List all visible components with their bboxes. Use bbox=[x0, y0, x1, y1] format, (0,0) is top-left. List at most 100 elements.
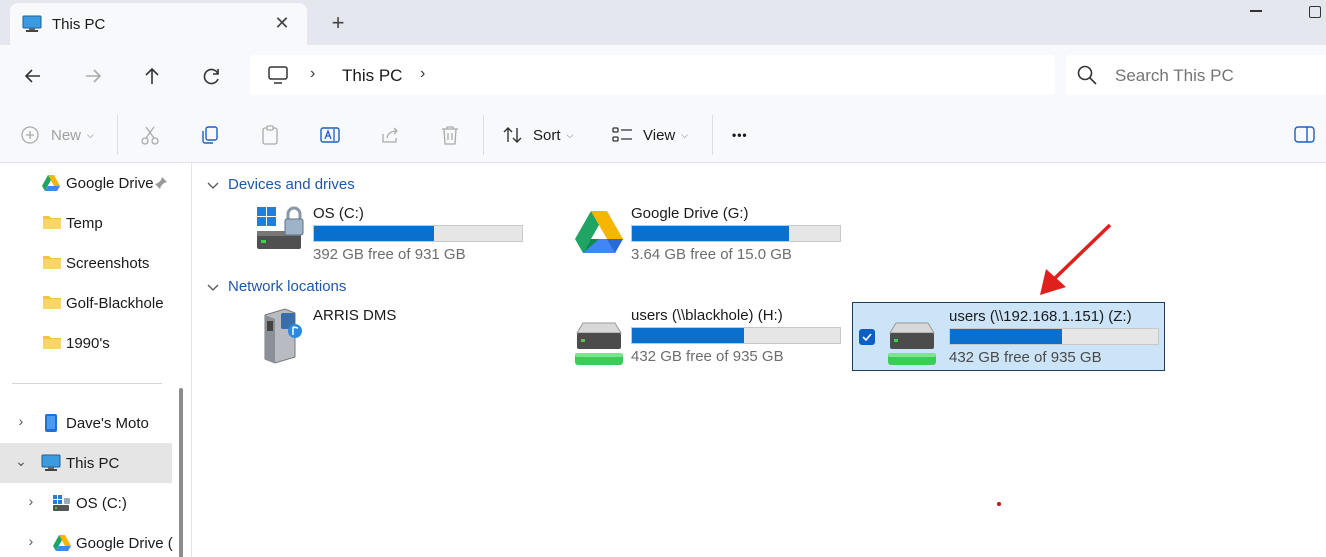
forward-arrow-icon[interactable] bbox=[78, 61, 108, 91]
group-header-devices[interactable]: Devices and drives bbox=[206, 176, 355, 193]
annotation-dot bbox=[997, 502, 1001, 506]
rename-icon[interactable] bbox=[319, 124, 341, 146]
refresh-icon[interactable] bbox=[197, 61, 227, 91]
drive-usage-bar bbox=[313, 225, 523, 242]
chevron-right-icon[interactable]: › bbox=[24, 533, 38, 549]
tab-this-pc[interactable]: This PC ✕ bbox=[10, 3, 307, 45]
file-explorer-window: This PC ✕ + › This PC › Search This PC N… bbox=[0, 0, 1326, 557]
sidebar-item-daves-moto[interactable]: › Dave's Moto bbox=[0, 403, 172, 443]
delete-icon[interactable] bbox=[439, 124, 461, 146]
maximize-button[interactable] bbox=[1309, 6, 1321, 18]
monitor-icon bbox=[22, 15, 42, 32]
details-pane-icon[interactable] bbox=[1294, 125, 1316, 145]
drive-free-space: 3.64 GB free of 15.0 GB bbox=[631, 246, 792, 263]
network-item-name: ARRIS DMS bbox=[313, 307, 397, 324]
drive-usage-bar bbox=[631, 225, 841, 242]
copy-icon[interactable] bbox=[199, 124, 221, 146]
chevron-down-icon: ⌵ bbox=[87, 129, 94, 140]
sidebar-item-google-drive-g[interactable]: › Google Drive ( bbox=[0, 523, 173, 557]
network-drive-192-168-1-151-z[interactable]: users (\\192.168.1.151) (Z:) 432 GB free… bbox=[852, 302, 1165, 371]
sidebar-item-screenshots[interactable]: Screenshots bbox=[0, 243, 172, 283]
more-options-button[interactable]: ••• bbox=[732, 121, 748, 149]
folder-icon bbox=[43, 256, 61, 269]
address-bar[interactable]: › This PC › bbox=[250, 55, 1055, 95]
breadcrumb-separator[interactable]: › bbox=[310, 65, 315, 83]
monitor-outline-icon bbox=[268, 66, 288, 84]
chevron-right-icon[interactable]: › bbox=[14, 413, 28, 429]
chevron-down-icon: ⌵ bbox=[566, 129, 574, 140]
navigation-bar: › This PC › bbox=[0, 45, 1326, 105]
sidebar-item-label: Google Drive bbox=[66, 175, 154, 192]
tab-title: This PC bbox=[52, 16, 106, 33]
sidebar-item-label: OS (C:) bbox=[76, 495, 127, 512]
sidebar-item-label: Google Drive ( bbox=[76, 535, 173, 552]
network-item-arris-dms[interactable]: ARRIS DMS bbox=[247, 305, 507, 373]
close-icon[interactable]: ✕ bbox=[272, 13, 292, 33]
google-drive-icon bbox=[53, 535, 71, 551]
monitor-icon bbox=[41, 454, 61, 471]
view-button[interactable]: View ⌵ bbox=[612, 121, 688, 149]
chevron-down-icon bbox=[207, 284, 219, 291]
sort-label: Sort bbox=[533, 126, 561, 144]
search-box[interactable] bbox=[1066, 55, 1326, 95]
drive-os-c[interactable]: OS (C:) 392 GB free of 931 GB bbox=[247, 203, 559, 271]
network-item-name: users (\\192.168.1.151) (Z:) bbox=[949, 308, 1132, 325]
os-drive-icon bbox=[53, 495, 70, 511]
content-area: Devices and drives OS (C:) 392 GB free o… bbox=[193, 163, 1326, 557]
view-icon bbox=[612, 127, 632, 142]
sidebar-item-os-c[interactable]: › OS (C:) bbox=[0, 483, 172, 523]
toolbar-divider bbox=[483, 115, 484, 155]
minimize-button[interactable] bbox=[1250, 10, 1262, 12]
drive-free-space: 392 GB free of 931 GB bbox=[313, 246, 466, 263]
group-header-network[interactable]: Network locations bbox=[206, 278, 346, 295]
drive-google-drive-g[interactable]: Google Drive (G:) 3.64 GB free of 15.0 G… bbox=[565, 203, 877, 271]
share-icon[interactable] bbox=[379, 124, 401, 146]
new-button[interactable]: New ⌵ bbox=[20, 121, 94, 149]
sidebar-item-this-pc[interactable]: ⌄ This PC bbox=[0, 443, 172, 483]
cut-icon[interactable] bbox=[139, 124, 161, 146]
title-bar: This PC ✕ + bbox=[0, 0, 1326, 45]
drive-usage-bar bbox=[631, 327, 841, 344]
drive-usage-fill bbox=[632, 226, 790, 241]
network-drive-icon bbox=[575, 322, 623, 365]
up-arrow-icon[interactable] bbox=[137, 61, 167, 91]
network-drive-icon bbox=[888, 322, 936, 365]
annotation-arrow-icon bbox=[1040, 223, 1112, 295]
toolbar-divider bbox=[117, 115, 118, 155]
new-label: New bbox=[51, 126, 82, 144]
network-drive-blackhole-h[interactable]: users (\\blackhole) (H:) 432 GB free of … bbox=[565, 305, 877, 373]
sidebar-item-google-drive[interactable]: Google Drive bbox=[0, 163, 172, 203]
group-title: Network locations bbox=[228, 278, 347, 295]
sort-icon bbox=[503, 127, 522, 143]
sort-button[interactable]: Sort ⌵ bbox=[502, 121, 573, 149]
sidebar-item-golf-blackhole[interactable]: Golf-Blackhole bbox=[0, 283, 172, 323]
checkmark-icon bbox=[862, 333, 872, 342]
paste-icon[interactable] bbox=[259, 124, 281, 146]
chevron-right-icon[interactable]: › bbox=[24, 493, 38, 509]
drive-usage-fill bbox=[314, 226, 435, 241]
breadcrumb-this-pc[interactable]: This PC bbox=[342, 66, 402, 86]
google-drive-icon bbox=[42, 175, 60, 191]
toolbar-divider bbox=[712, 115, 713, 155]
drive-usage-bar bbox=[949, 328, 1159, 345]
breadcrumb-separator[interactable]: › bbox=[420, 65, 425, 83]
drive-free-space: 432 GB free of 935 GB bbox=[949, 349, 1102, 366]
view-label: View bbox=[643, 126, 676, 144]
selection-checkbox[interactable] bbox=[859, 329, 875, 345]
new-tab-button[interactable]: + bbox=[326, 12, 350, 36]
search-input[interactable] bbox=[1115, 66, 1325, 86]
sidebar-item-label: Screenshots bbox=[66, 255, 150, 272]
pin-icon[interactable] bbox=[154, 176, 168, 190]
sidebar-item-1990s[interactable]: 1990's bbox=[0, 323, 172, 363]
command-bar: New ⌵ Sort ⌵ View ⌵ ••• bbox=[0, 105, 1326, 163]
chevron-down-icon[interactable]: ⌄ bbox=[14, 453, 28, 470]
folder-icon bbox=[43, 216, 61, 229]
google-drive-icon bbox=[575, 211, 623, 253]
back-arrow-icon[interactable] bbox=[18, 61, 48, 91]
folder-icon bbox=[43, 336, 61, 349]
sidebar-item-temp[interactable]: Temp bbox=[0, 203, 172, 243]
sidebar-item-label: 1990's bbox=[66, 335, 110, 352]
sidebar-scrollbar[interactable] bbox=[179, 388, 183, 557]
phone-icon bbox=[45, 414, 57, 432]
sidebar-item-label: This PC bbox=[66, 455, 120, 472]
